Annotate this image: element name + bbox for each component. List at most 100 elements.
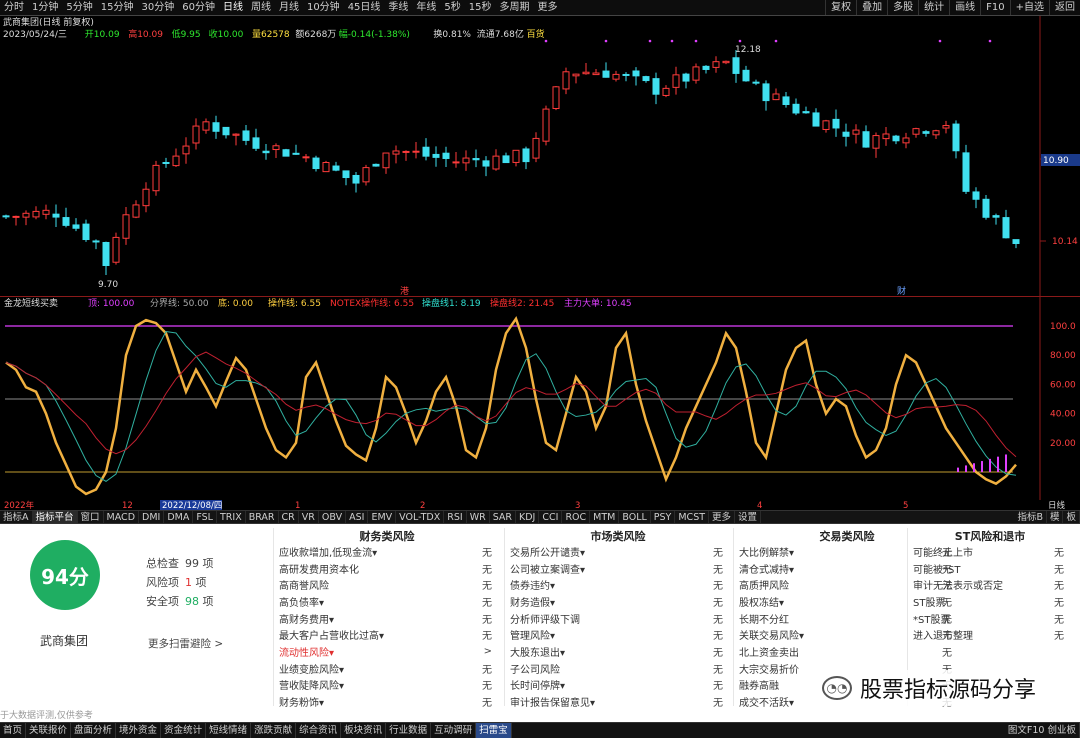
risk-item[interactable]: 业绩变脸风险▾ 无 [276,660,498,677]
period-tab-7[interactable]: 周线 [247,0,275,15]
risk-item[interactable]: 最大客户占营收比过高▾ 无 [276,626,498,643]
indicator-tab-22[interactable]: BOLL [619,511,651,523]
indicator-tab-5[interactable]: DMA [164,511,194,523]
risk-item[interactable]: 可能终止上市 无 [910,543,1070,560]
risk-item[interactable]: 高商誉风险 无 [276,576,498,593]
bottom-tab-10[interactable]: 互动调研 [431,723,477,738]
indicator-chart[interactable]: 金龙短线买卖 顶: 100.00 分界线: 50.00 底: 0.00 操作线: 6.5… [0,296,1080,500]
indicator-tab-9[interactable]: CR [279,511,299,523]
indicator-tab-12[interactable]: ASI [346,511,369,523]
bottom-tab-0[interactable]: 首页 [0,723,27,738]
more-scan-link[interactable]: 更多扫雷避险 > [148,636,223,651]
risk-item[interactable]: ST股票 无 [910,593,1070,610]
indicator-tab-right-0[interactable]: 指标B [1014,511,1047,523]
bottom-tab-4[interactable]: 资金统计 [161,723,207,738]
risk-item[interactable]: 可能被*ST 无 [910,560,1070,577]
indicator-tab-23[interactable]: PSY [651,511,676,523]
indicator-tab-13[interactable]: EMV [368,511,397,523]
toolbar-button-7[interactable]: 返回 [1049,0,1080,15]
indicator-tab-25[interactable]: 更多 [709,511,736,523]
indicator-tab-24[interactable]: MCST [675,511,710,523]
indicator-tab-3[interactable]: MACD [104,511,140,523]
risk-item[interactable]: 大股东退出▾ 无 [507,643,729,660]
indicator-tab-7[interactable]: TRIX [217,511,246,523]
bottom-tab-3[interactable]: 境外资金 [116,723,162,738]
period-tab-0[interactable]: 分时 [0,0,28,15]
toolbar-button-6[interactable]: +自选 [1009,0,1049,15]
indicator-tab-18[interactable]: KDJ [516,511,540,523]
period-tab-14[interactable]: 15秒 [465,0,496,15]
indicator-tab-6[interactable]: FSL [193,511,217,523]
risk-item[interactable]: 高财务费用▾ 无 [276,610,498,627]
risk-item[interactable]: 审计无法表示或否定 无 [910,576,1070,593]
risk-item[interactable]: 公司被立案调查▾ 无 [507,560,729,577]
indicator-tab-10[interactable]: VR [299,511,319,523]
indicator-tab-right-2[interactable]: 板 [1063,511,1080,523]
indicator-tab-0[interactable]: 指标A [0,511,33,523]
risk-item[interactable]: 营收陡降风险▾ 无 [276,677,498,694]
risk-item[interactable]: 进入退市整理 无 [910,626,1070,643]
toolbar-button-4[interactable]: 画线 [949,0,980,15]
bottom-tab-5[interactable]: 短线情绪 [206,723,252,738]
period-tab-12[interactable]: 年线 [412,0,440,15]
toolbar-button-2[interactable]: 多股 [887,0,918,15]
period-tab-16[interactable]: 更多 [534,0,562,15]
period-tab-15[interactable]: 多周期 [496,0,534,15]
period-tab-6[interactable]: 日线 [219,0,247,15]
f10-shortcut[interactable]: 图文F10 创业板 [1005,723,1080,738]
indicator-tab-15[interactable]: RSI [444,511,467,523]
indicator-tab-21[interactable]: MTM [590,511,620,523]
risk-item[interactable]: 流动性风险▾ > [276,643,498,660]
risk-item[interactable]: 北上资金卖出 无 [736,643,958,660]
indicator-tab-2[interactable]: 窗口 [78,511,104,523]
indicator-tab-19[interactable]: CCI [539,511,563,523]
indicator-tab-1[interactable]: 指标平台 [32,511,78,523]
risk-item[interactable]: 交易所公开谴责▾ 无 [507,543,729,560]
indicator-tab-14[interactable]: VOL-TDX [396,511,445,523]
period-tab-3[interactable]: 15分钟 [97,0,138,15]
indicator-tab-20[interactable]: ROC [562,511,591,523]
period-tab-13[interactable]: 5秒 [440,0,464,15]
bottom-tab-7[interactable]: 综合资讯 [296,723,342,738]
risk-item[interactable]: *ST股票 无 [910,610,1070,627]
toolbar-button-1[interactable]: 叠加 [856,0,887,15]
toolbar-button-3[interactable]: 统计 [918,0,949,15]
risk-item[interactable]: 高负债率▾ 无 [276,593,498,610]
period-tab-4[interactable]: 30分钟 [137,0,178,15]
toolbar-button-5[interactable]: F10 [980,0,1009,15]
period-tab-10[interactable]: 45日线 [344,0,385,15]
risk-item[interactable]: 长时间停牌▾ 无 [507,677,729,694]
period-tab-11[interactable]: 季线 [384,0,412,15]
risk-item[interactable]: 管理风险▾ 无 [507,626,729,643]
indicator-tab-4[interactable]: DMI [139,511,165,523]
risk-item-value: 无 [713,581,723,593]
period-tab-1[interactable]: 1分钟 [28,0,62,15]
risk-item[interactable]: 债券违约▾ 无 [507,576,729,593]
toolbar-button-0[interactable]: 复权 [825,0,856,15]
bottom-tab-11[interactable]: 扫雷宝 [476,723,512,738]
risk-item[interactable]: 子公司风险 无 [507,660,729,677]
risk-item[interactable]: 应收款增加,低现金流▾ 无 [276,543,498,560]
risk-column-0: 财务类风险 应收款增加,低现金流▾ 无高研发费用资本化无高商誉风险无高负债率▾ 无高财… [276,528,498,710]
bottom-tab-8[interactable]: 板块资讯 [341,723,387,738]
risk-item[interactable]: 财务造假▾ 无 [507,593,729,610]
period-tab-2[interactable]: 5分钟 [62,0,96,15]
candlestick-chart[interactable]: 武商集团(日线 前复权) 2023/05/24/三 开10.09 高10.09 低9.… [0,16,1080,296]
risk-item[interactable]: 高研发费用资本化 无 [276,560,498,577]
indicator-tab-16[interactable]: WR [467,511,490,523]
bottom-tab-6[interactable]: 涨跌贡献 [251,723,297,738]
period-tab-5[interactable]: 60分钟 [178,0,219,15]
indicator-tab-right-1[interactable]: 模 [1047,511,1064,523]
indicator-tab-8[interactable]: BRAR [246,511,279,523]
indicator-tab-17[interactable]: SAR [490,511,517,523]
risk-item[interactable]: 审计报告保留意见▾ 无 [507,693,729,710]
bottom-tab-9[interactable]: 行业数据 [386,723,432,738]
period-tab-8[interactable]: 月线 [275,0,303,15]
indicator-tab-26[interactable]: 设置 [735,511,762,523]
bottom-tab-1[interactable]: 关联报价 [26,723,72,738]
risk-item[interactable]: 财务粉饰▾ 无 [276,693,498,710]
risk-item[interactable]: 分析师评级下调 无 [507,610,729,627]
bottom-tab-2[interactable]: 盘面分析 [71,723,117,738]
period-tab-9[interactable]: 10分钟 [303,0,344,15]
indicator-tab-11[interactable]: OBV [319,511,347,523]
